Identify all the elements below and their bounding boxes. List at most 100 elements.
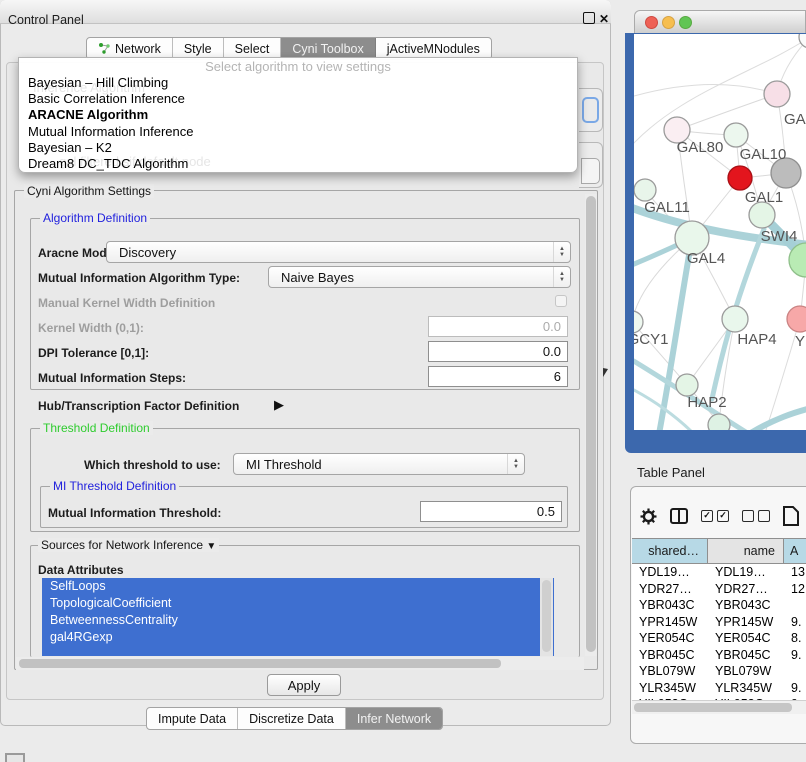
table-cell: 9.	[784, 648, 806, 662]
table-cell: YBR045C	[632, 648, 708, 662]
node-unlabeled-top[interactable]	[799, 34, 806, 48]
document-icon[interactable]	[783, 506, 799, 526]
attr-list-scrollbar[interactable]	[540, 578, 553, 656]
algorithm-definition-title: Algorithm Definition	[40, 211, 150, 225]
algorithm-option[interactable]: ARACNE Algorithm	[19, 107, 577, 123]
desktop: Control Panel ✕ NetworkStyleSelectCyni T…	[0, 0, 806, 762]
table-cell: YER054C	[632, 631, 708, 645]
tab-impute-data[interactable]: Impute Data	[147, 708, 238, 729]
tab-label: Cyni Toolbox	[292, 42, 363, 56]
table-cell: YDR27…	[708, 582, 784, 596]
node-hap4[interactable]	[722, 306, 748, 332]
network-edge-thick[interactable]	[749, 406, 806, 430]
settings-hscrollbar-thumb[interactable]	[19, 659, 501, 668]
mi-type-label: Mutual Information Algorithm Type:	[38, 271, 240, 285]
mi-type-select[interactable]: Naive Bayes ▲▼	[268, 266, 571, 288]
dpi-tolerance-input[interactable]: 0.0	[428, 341, 568, 362]
table-header-clipped[interactable]: A	[784, 539, 806, 563]
attr-list-scrollbar-thumb[interactable]	[542, 580, 551, 652]
algorithm-option[interactable]: Bayesian – K2	[19, 140, 577, 156]
node-bottom-partial[interactable]	[708, 414, 730, 430]
mi-threshold-input[interactable]: 0.5	[420, 501, 562, 522]
table-cell: 13	[784, 565, 806, 579]
table-header-name[interactable]: name	[708, 539, 784, 563]
settings-hscrollbar[interactable]	[16, 657, 584, 670]
node-attribute-table[interactable]: shared…nameAYDL19…YDL19…13YDR27…YDR27…12…	[632, 538, 806, 700]
hub-section-label: Hub/Transcription Factor Definition	[38, 399, 239, 413]
algorithm-option[interactable]: Basic Correlation Inference	[19, 91, 577, 107]
table-cell: 9.	[784, 615, 806, 629]
data-attribute-item[interactable]: SelfLoops	[42, 578, 554, 595]
table-row[interactable]: YBL079WYBL079W	[632, 663, 806, 680]
node-gal11[interactable]	[634, 179, 656, 201]
table-row[interactable]: YPR145WYPR145W9.	[632, 614, 806, 631]
aracne-mode-select[interactable]: Discovery ▲▼	[106, 241, 571, 263]
algorithm-option[interactable]: Dream8 DC_TDC Algorithm	[19, 156, 577, 172]
stepper-arrows-icon: ▲▼	[553, 267, 570, 287]
table-cell: YLR345W	[708, 681, 784, 695]
table-hscrollbar-thumb[interactable]	[634, 703, 792, 712]
node-hap2[interactable]	[676, 374, 698, 396]
algorithm-option[interactable]: Bayesian – Hill Climbing	[19, 75, 577, 91]
table-hscrollbar[interactable]	[632, 700, 806, 714]
kernel-width-input[interactable]: 0.0	[428, 316, 568, 337]
manual-kernel-label: Manual Kernel Width Definition	[38, 296, 215, 310]
tab-label: Infer Network	[357, 712, 431, 726]
tab-style[interactable]: Style	[173, 38, 224, 59]
tab-label: Select	[235, 42, 270, 56]
table-row[interactable]: YBR043CYBR043C	[632, 597, 806, 614]
data-attributes-list[interactable]: SelfLoopsTopologicalCoefficientBetweenne…	[42, 578, 554, 656]
mi-steps-input[interactable]: 6	[428, 366, 568, 387]
node-salmon[interactable]	[787, 306, 806, 332]
deselect-all-checkboxes-icon[interactable]	[742, 510, 770, 522]
collapse-down-arrow-icon[interactable]: ▼	[206, 541, 216, 552]
algorithm-option[interactable]: Mutual Information Inference	[19, 124, 577, 140]
popup-placeholder: Select algorithm to view settings	[19, 59, 577, 75]
control-panel-titlebar[interactable]	[0, 0, 611, 24]
node-gal1[interactable]	[728, 166, 752, 190]
network-edge[interactable]	[634, 84, 777, 96]
tab-network[interactable]: Network	[87, 38, 173, 59]
data-attribute-item[interactable]: TopologicalCoefficient	[42, 595, 554, 612]
network-node-label: SWI4	[761, 228, 798, 245]
cyni-mode-tabbar: Impute DataDiscretize Data Infer Network	[146, 707, 443, 730]
table-cell: YBR043C	[632, 598, 708, 612]
data-attribute-item[interactable]: gal4RGexp	[42, 629, 554, 646]
data-attribute-item[interactable]: BetweennessCentrality	[42, 612, 554, 629]
settings-vscrollbar-thumb[interactable]	[586, 196, 596, 652]
network-window-titlebar[interactable]	[634, 10, 806, 34]
tab-cyni-toolbox[interactable]: Cyni Toolbox	[281, 38, 375, 59]
tab-jactivemnodules[interactable]: jActiveMNodules	[376, 38, 491, 59]
which-threshold-select[interactable]: MI Threshold ▲▼	[233, 453, 525, 475]
network-node-label: GCY1	[634, 331, 668, 348]
split-columns-icon[interactable]	[670, 508, 688, 524]
tab-select[interactable]: Select	[224, 38, 282, 59]
manual-kernel-checkbox[interactable]	[555, 295, 567, 307]
tab-discretize-data[interactable]: Discretize Data	[238, 708, 346, 729]
table-row[interactable]: YER054CYER054C8.	[632, 630, 806, 647]
tab-infer-network[interactable]: Infer Network	[346, 708, 442, 729]
apply-button[interactable]: Apply	[267, 674, 341, 696]
close-panel-icon[interactable]: ✕	[599, 12, 609, 26]
network-canvas[interactable]: GALGAL80GAL10GAL1GAL11SWI4GAL4GCY1HAP4YH…	[634, 34, 806, 430]
select-all-checkboxes-icon[interactable]: ✓✓	[701, 510, 729, 522]
settings-vscrollbar[interactable]	[585, 194, 597, 656]
clipped-corner-button[interactable]	[5, 753, 25, 762]
expand-right-arrow-icon[interactable]: ▶	[274, 397, 284, 413]
float-panel-icon[interactable]	[583, 12, 595, 24]
table-row[interactable]: YLR345WYLR345W9.	[632, 680, 806, 697]
table-row[interactable]: YDR27…YDR27…12	[632, 581, 806, 598]
node-gal10[interactable]	[724, 123, 748, 147]
node-gcy1[interactable]	[634, 311, 643, 333]
hidden-widget-fragment	[581, 158, 600, 184]
minimize-traffic-light-icon[interactable]	[662, 16, 675, 29]
node-gal-partial[interactable]	[764, 81, 790, 107]
table-row[interactable]: YBR045CYBR045C9.	[632, 647, 806, 664]
table-row[interactable]: YDL19…YDL19…13	[632, 564, 806, 581]
kernel-width-label: Kernel Width (0,1):	[38, 321, 144, 335]
table-header-shared-name[interactable]: shared…	[632, 539, 708, 563]
gear-icon[interactable]	[640, 508, 657, 525]
close-traffic-light-icon[interactable]	[645, 16, 658, 29]
zoom-traffic-light-icon[interactable]	[679, 16, 692, 29]
table-cell: YBL079W	[632, 664, 708, 678]
